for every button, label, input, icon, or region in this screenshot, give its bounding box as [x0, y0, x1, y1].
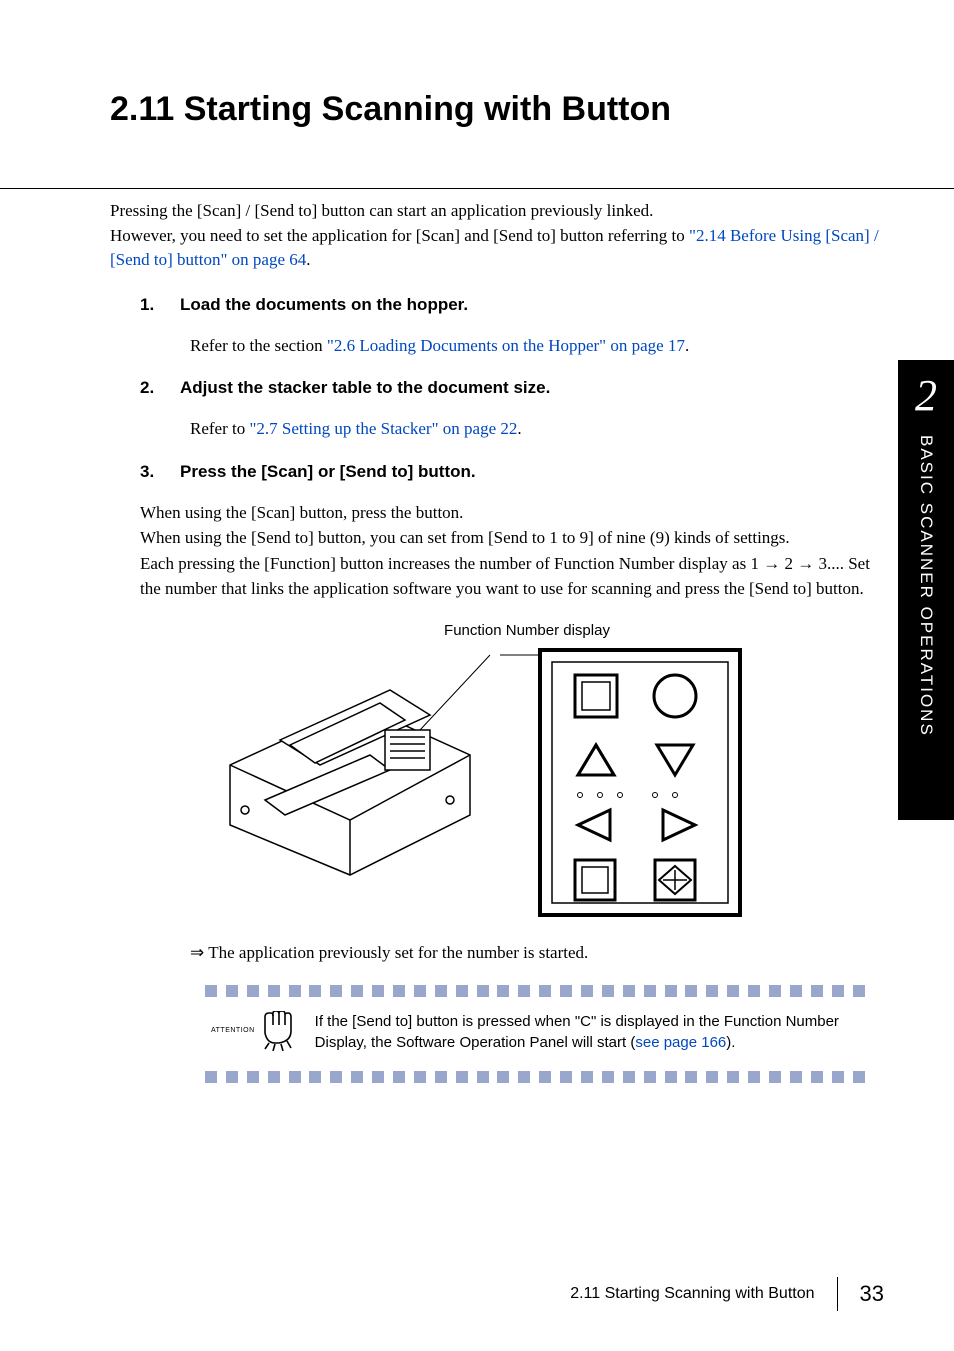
footer-page-number: 33 — [860, 1281, 884, 1307]
step-2-body-a: Refer to — [190, 419, 249, 438]
result-arrow-icon: ⇒ — [190, 943, 204, 962]
link-page-166[interactable]: see page 166 — [635, 1034, 726, 1051]
step-3-num: 3. — [140, 462, 158, 482]
chapter-label: BASIC SCANNER OPERATIONS — [916, 435, 936, 737]
scanner-figure — [190, 645, 894, 925]
intro-paragraph: Pressing the [Scan] / [Send to] button c… — [110, 199, 894, 273]
step-1-body-b: . — [685, 336, 689, 355]
divider — [0, 188, 954, 189]
figure-caption: Function Number display — [160, 622, 894, 639]
intro-line1: Pressing the [Scan] / [Send to] button c… — [110, 201, 653, 220]
link-2-6[interactable]: "2.6 Loading Documents on the Hopper" on… — [327, 336, 685, 355]
scanner-illustration — [190, 645, 500, 895]
result-text: The application previously set for the n… — [208, 943, 588, 962]
step-3-title: Press the [Scan] or [Send to] button. — [180, 462, 476, 482]
footer-section: 2.11 Starting Scanning with Button — [570, 1285, 814, 1303]
attention-label: ATTENTION — [211, 1011, 297, 1051]
page-footer: 2.11 Starting Scanning with Button 33 — [570, 1277, 884, 1311]
section-title: 2.11 Starting Scanning with Button — [110, 90, 894, 129]
step-1-heading: 1. Load the documents on the hopper. — [140, 295, 894, 315]
step-2-num: 2. — [140, 378, 158, 398]
control-panel-illustration — [500, 645, 750, 925]
step-3-line2: When using the [Send to] button, you can… — [140, 528, 790, 547]
attention-text-a: If the [Send to] button is pressed when … — [315, 1013, 839, 1051]
footer-separator — [837, 1277, 838, 1311]
intro-line2b: . — [306, 250, 310, 269]
step-2-body-b: . — [517, 419, 521, 438]
step-2-title: Adjust the stacker table to the document… — [180, 378, 550, 398]
dash-border-bottom — [205, 1071, 865, 1083]
step-1-body-a: Refer to the section — [190, 336, 327, 355]
step-1-title: Load the documents on the hopper. — [180, 295, 468, 315]
chapter-side-tab: 2 BASIC SCANNER OPERATIONS — [898, 360, 954, 820]
step-3-line3: Each pressing the [Function] button incr… — [140, 554, 870, 599]
result-line: ⇒The application previously set for the … — [190, 943, 894, 963]
attention-hand-icon — [259, 1011, 297, 1051]
intro-line2a: However, you need to set the application… — [110, 226, 689, 245]
step-1-body: Refer to the section "2.6 Loading Docume… — [190, 333, 894, 359]
step-3-heading: 3. Press the [Scan] or [Send to] button. — [140, 462, 894, 482]
attention-label-text: ATTENTION — [211, 1027, 255, 1034]
chapter-number: 2 — [915, 370, 937, 421]
step-2-heading: 2. Adjust the stacker table to the docum… — [140, 378, 894, 398]
dash-border-top — [205, 985, 865, 997]
attention-text: If the [Send to] button is pressed when … — [315, 1011, 859, 1053]
link-2-7[interactable]: "2.7 Setting up the Stacker" on page 22 — [249, 419, 517, 438]
step-3-body: When using the [Scan] button, press the … — [140, 500, 894, 602]
step-3-line1: When using the [Scan] button, press the … — [140, 503, 463, 522]
step-2-body: Refer to "2.7 Setting up the Stacker" on… — [190, 416, 894, 442]
step-1-num: 1. — [140, 295, 158, 315]
attention-block: ATTENTION If the [Send to] button is pre… — [205, 985, 865, 1083]
attention-text-b: ). — [726, 1034, 735, 1051]
